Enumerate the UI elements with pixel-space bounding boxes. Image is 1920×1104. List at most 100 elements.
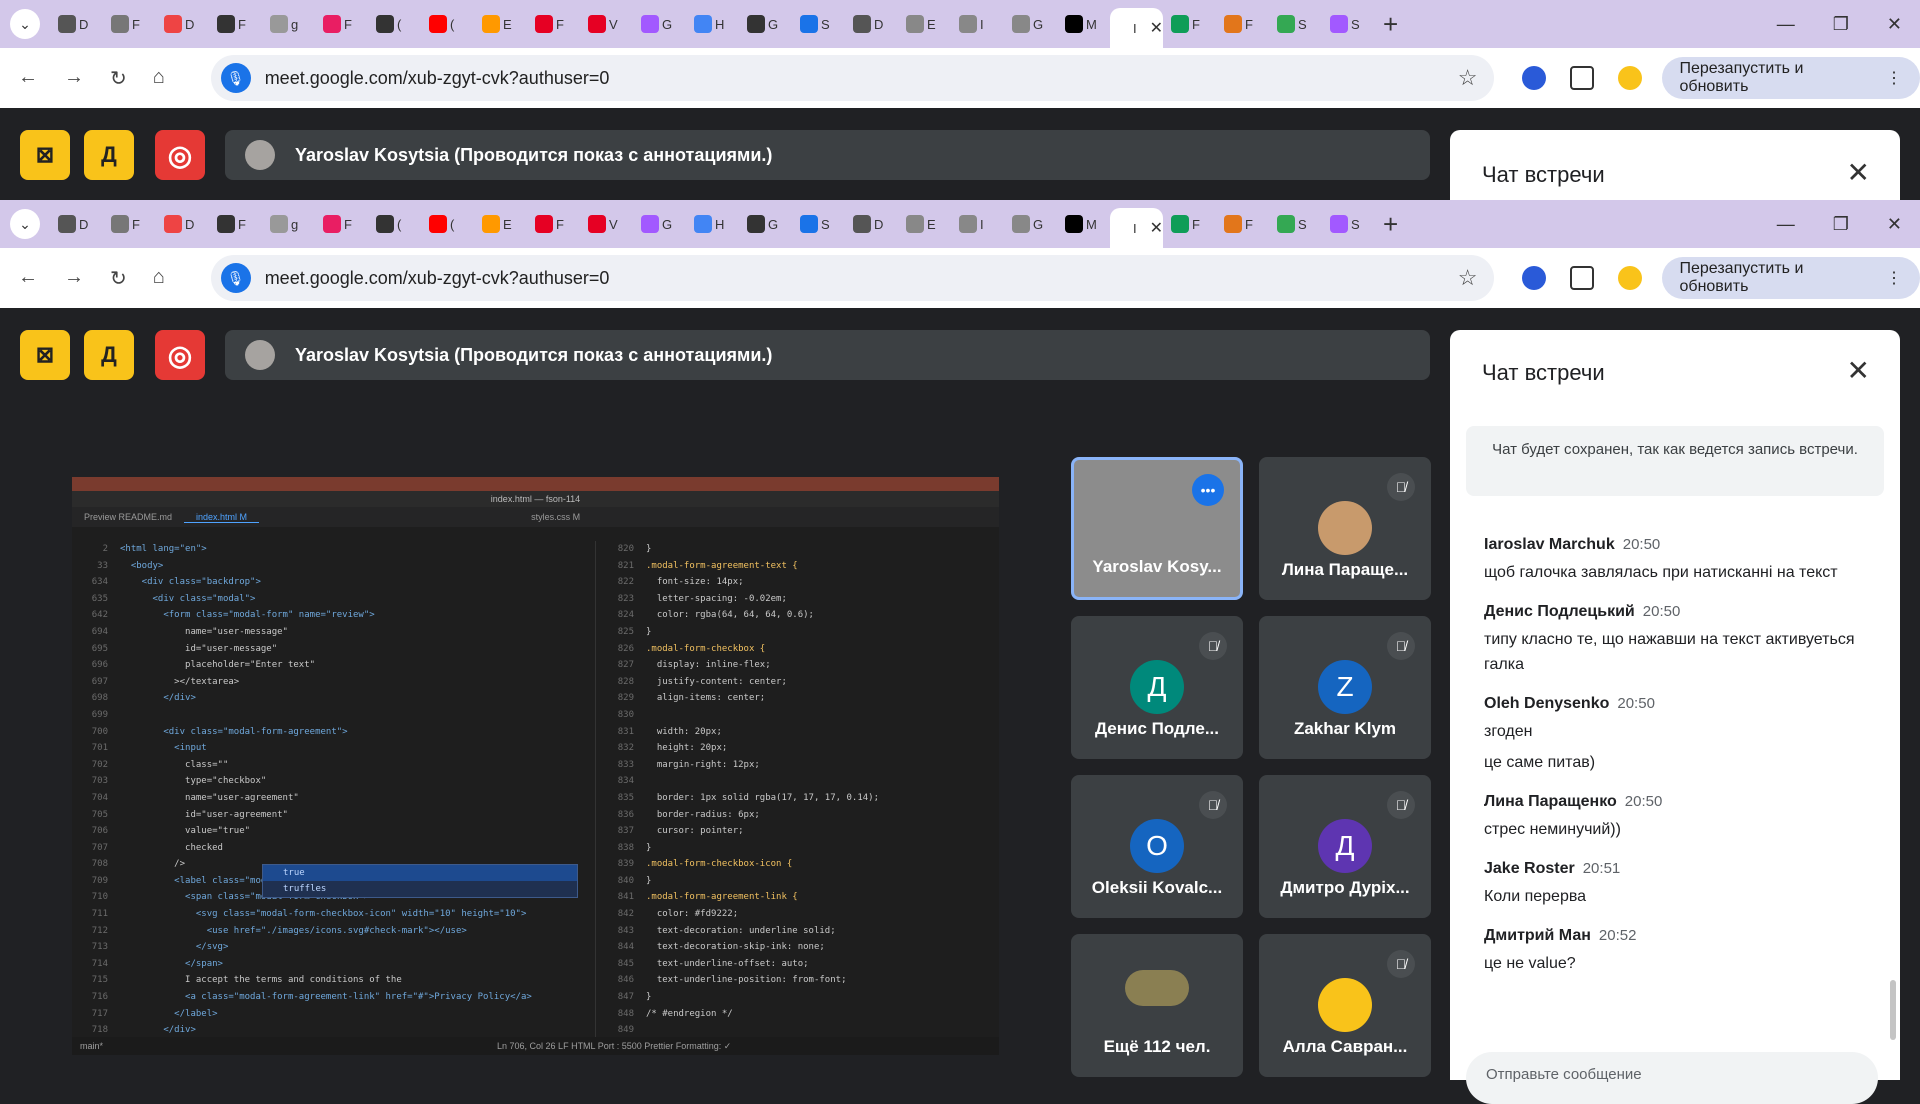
omnibox[interactable]: 🎙 meet.google.com/xub-zgyt-cvk?authuser=… [211,255,1494,301]
participant-tile[interactable]: 🎙̸ДДенис Подле... [1071,616,1243,759]
browser-tab[interactable]: E [474,8,527,40]
browser-tab[interactable]: g [262,8,315,40]
close-window-icon[interactable]: ✕ [1887,14,1902,35]
browser-tab[interactable]: ( [421,8,474,40]
autocomplete-item[interactable]: truffles [263,881,577,897]
browser-tab[interactable]: H [686,208,739,240]
browser-tab[interactable]: S [1269,8,1322,40]
mic-icon[interactable]: 🎙 [221,63,251,93]
branch-label[interactable]: main* [80,1041,103,1051]
autocomplete-item[interactable]: true [263,865,577,881]
participant-tile[interactable]: 🎙̸OOleksii Kovalc... [1071,775,1243,918]
browser-tab[interactable]: I✕ [1110,208,1163,248]
browser-tab[interactable]: M [1057,8,1110,40]
browser-tab[interactable]: D [156,208,209,240]
bookmark-star-icon[interactable]: ☆ [1458,65,1478,91]
forward-icon[interactable]: → [64,266,84,291]
maximize-icon[interactable]: ❐ [1833,14,1849,35]
browser-tab[interactable]: F [103,8,156,40]
reload-icon[interactable]: ↻ [110,66,127,91]
browser-tab[interactable]: E [474,208,527,240]
editor-tab[interactable]: styles.css M [519,512,592,522]
browser-tab[interactable]: F [315,8,368,40]
browser-tab[interactable]: F [527,8,580,40]
close-icon[interactable]: ✕ [1847,156,1870,189]
profile-avatar[interactable] [1618,66,1642,90]
tab-search-button[interactable]: ⌄ [10,9,40,39]
record-icon[interactable]: ◎ [155,330,205,380]
close-icon[interactable]: ✕ [1847,354,1870,387]
puzzle-icon[interactable] [1570,66,1594,90]
participant-tile[interactable]: 🎙̸ДДмитро Дуріх... [1259,775,1431,918]
browser-tab[interactable]: D [845,8,898,40]
editor-tab[interactable]: Preview README.md [72,512,184,522]
extension-icon[interactable] [1522,66,1546,90]
browser-tab[interactable]: S [792,208,845,240]
mic-icon[interactable]: 🎙 [221,263,251,293]
browser-tab[interactable]: F [209,8,262,40]
back-icon[interactable]: ← [18,266,38,291]
omnibox[interactable]: 🎙 meet.google.com/xub-zgyt-cvk?authuser=… [211,55,1494,101]
browser-tab[interactable]: E [898,208,951,240]
browser-tab[interactable]: F [209,208,262,240]
chat-scrollbar[interactable] [1890,980,1896,1040]
layout-icon[interactable]: Д [84,130,134,180]
browser-tab[interactable]: S [792,8,845,40]
close-window-icon[interactable]: ✕ [1887,214,1902,235]
relaunch-button[interactable]: Перезапустить и обновить⋮ [1662,57,1920,99]
autocomplete-popup[interactable]: true truffles [262,864,578,898]
new-tab-button[interactable]: + [1383,9,1398,40]
more-vert-icon[interactable]: ⋮ [1886,68,1902,88]
browser-tab[interactable]: ( [368,8,421,40]
browser-tab[interactable]: D [845,208,898,240]
browser-tab[interactable]: D [156,8,209,40]
more-vert-icon[interactable]: ⋮ [1886,268,1902,288]
browser-tab[interactable]: ( [421,208,474,240]
reload-icon[interactable]: ↻ [110,266,127,291]
browser-tab[interactable]: F [315,208,368,240]
camera-off-icon[interactable]: ⊠ [20,130,70,180]
new-tab-button[interactable]: + [1383,209,1398,240]
browser-tab[interactable]: H [686,8,739,40]
tab-search-button[interactable]: ⌄ [10,209,40,239]
browser-tab[interactable]: g [262,208,315,240]
browser-tab[interactable]: G [633,208,686,240]
puzzle-icon[interactable] [1570,266,1594,290]
chat-input[interactable]: Отправьте сообщение [1466,1052,1878,1104]
browser-tab[interactable]: S [1322,208,1375,240]
more-options-icon[interactable]: ••• [1192,474,1224,506]
browser-tab[interactable]: V [580,8,633,40]
participant-tile[interactable]: •••Yaroslav Kosy... [1071,457,1243,600]
editor-tab[interactable]: index.html M [184,512,259,523]
camera-off-icon[interactable]: ⊠ [20,330,70,380]
browser-tab[interactable]: F [527,208,580,240]
browser-tab[interactable]: ( [368,208,421,240]
participant-tile[interactable]: 🎙̸Алла Савран... [1259,934,1431,1077]
browser-tab[interactable]: D [50,8,103,40]
editor-pane-css[interactable]: 820}821.modal-form-agreement-text {822 f… [598,541,999,1037]
profile-avatar[interactable] [1618,266,1642,290]
browser-tab[interactable]: G [1004,8,1057,40]
close-tab-icon[interactable]: ✕ [1150,218,1163,238]
browser-tab[interactable]: G [1004,208,1057,240]
close-tab-icon[interactable]: ✕ [1150,18,1163,38]
browser-tab[interactable]: G [739,208,792,240]
browser-tab[interactable]: I [951,8,1004,40]
home-icon[interactable]: ⌂ [153,266,165,291]
browser-tab[interactable]: M [1057,208,1110,240]
editor-pane-html[interactable]: 2<html lang="en">33 <body>634 <div class… [72,541,596,1037]
record-icon[interactable]: ◎ [155,130,205,180]
extension-icon[interactable] [1522,266,1546,290]
browser-tab[interactable]: S [1269,208,1322,240]
home-icon[interactable]: ⌂ [153,66,165,91]
relaunch-button[interactable]: Перезапустить и обновить⋮ [1662,257,1920,299]
browser-tab[interactable]: F [1216,8,1269,40]
browser-tab[interactable]: F [103,208,156,240]
browser-tab[interactable]: G [633,8,686,40]
back-icon[interactable]: ← [18,66,38,91]
browser-tab[interactable]: E [898,8,951,40]
participant-tile[interactable]: Ещё 112 чел. [1071,934,1243,1077]
browser-tab[interactable]: D [50,208,103,240]
minimize-icon[interactable]: — [1777,214,1795,235]
browser-tab[interactable]: S [1322,8,1375,40]
